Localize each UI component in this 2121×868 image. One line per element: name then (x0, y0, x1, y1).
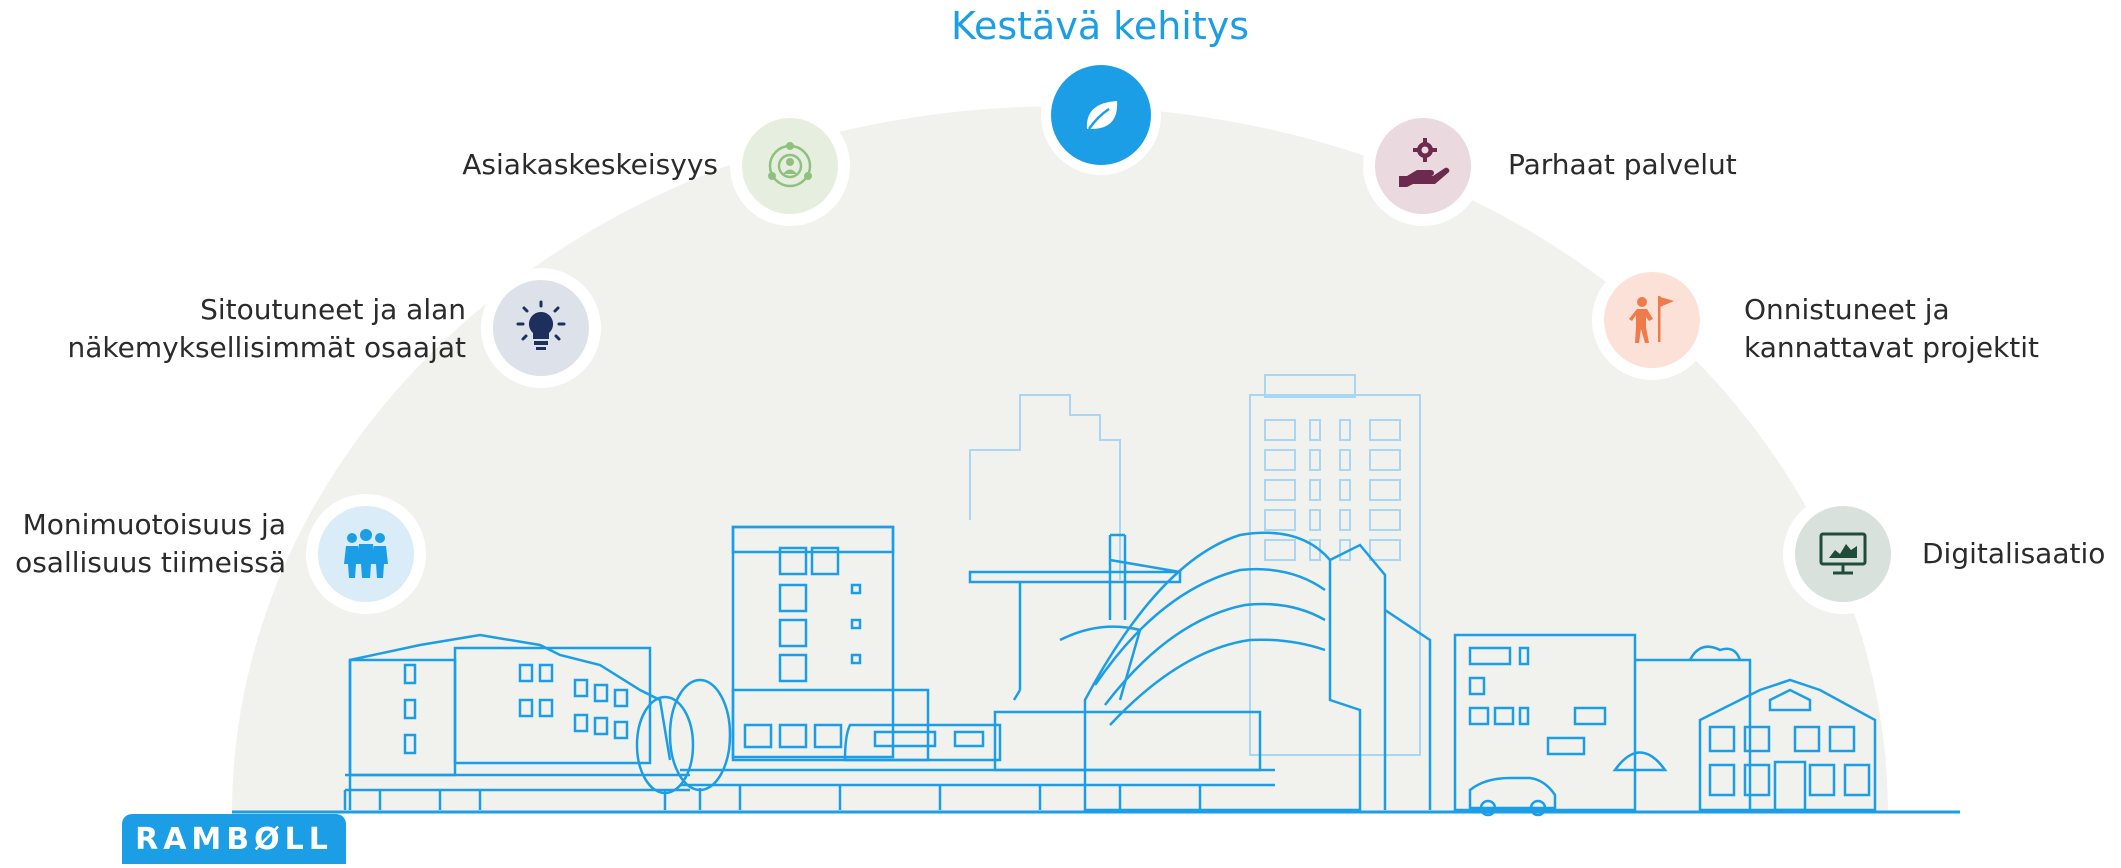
label-diversity: Monimuotoisuus ja osallisuus tiimeissä (0, 506, 286, 582)
person-flag-icon (1604, 272, 1700, 368)
badge-diversity (306, 494, 426, 614)
badge-talent (481, 268, 601, 388)
label-services: Parhaat palvelut (1508, 146, 1737, 184)
label-customer-line1: Asiakaskeskeisyys (462, 148, 718, 181)
people-group-icon (318, 506, 414, 602)
customer-focus-icon (742, 118, 838, 214)
badge-customer (730, 106, 850, 226)
label-customer: Asiakaskeskeisyys (400, 146, 718, 184)
badge-services (1363, 106, 1483, 226)
label-diversity-line1: Monimuotoisuus ja (22, 508, 286, 541)
label-projects: Onnistuneet ja kannattavat projektit (1744, 291, 2039, 367)
label-projects-line1: Onnistuneet ja (1744, 293, 1950, 326)
diagram-title: Kestävä kehitys (950, 4, 1250, 48)
diagram-canvas: Kestävä kehitys Monimuotoisuus ja osalli… (0, 0, 2121, 864)
lightbulb-icon (493, 280, 589, 376)
digital-screen-icon (1795, 506, 1891, 602)
label-talent-line2: näkemyksellisimmät osaajat (67, 331, 466, 364)
badge-digitalisation (1783, 494, 1903, 614)
label-talent-line1: Sitoutuneet ja alan (200, 293, 466, 326)
label-projects-line2: kannattavat projektit (1744, 331, 2040, 364)
badge-sustainability (1041, 55, 1161, 175)
hand-gear-icon (1375, 118, 1471, 214)
badge-projects (1592, 260, 1712, 380)
label-digitalisation-line1: Digitalisaatio (1922, 537, 2106, 570)
label-talent: Sitoutuneet ja alan näkemyksellisimmät o… (0, 291, 466, 367)
ramboll-logo: RAMBØLL (122, 814, 346, 864)
dome-background (232, 106, 1888, 813)
label-diversity-line2: osallisuus tiimeissä (15, 546, 286, 579)
label-services-line1: Parhaat palvelut (1508, 148, 1737, 181)
leaf-icon (1051, 65, 1151, 165)
label-digitalisation: Digitalisaatio (1922, 535, 2105, 573)
